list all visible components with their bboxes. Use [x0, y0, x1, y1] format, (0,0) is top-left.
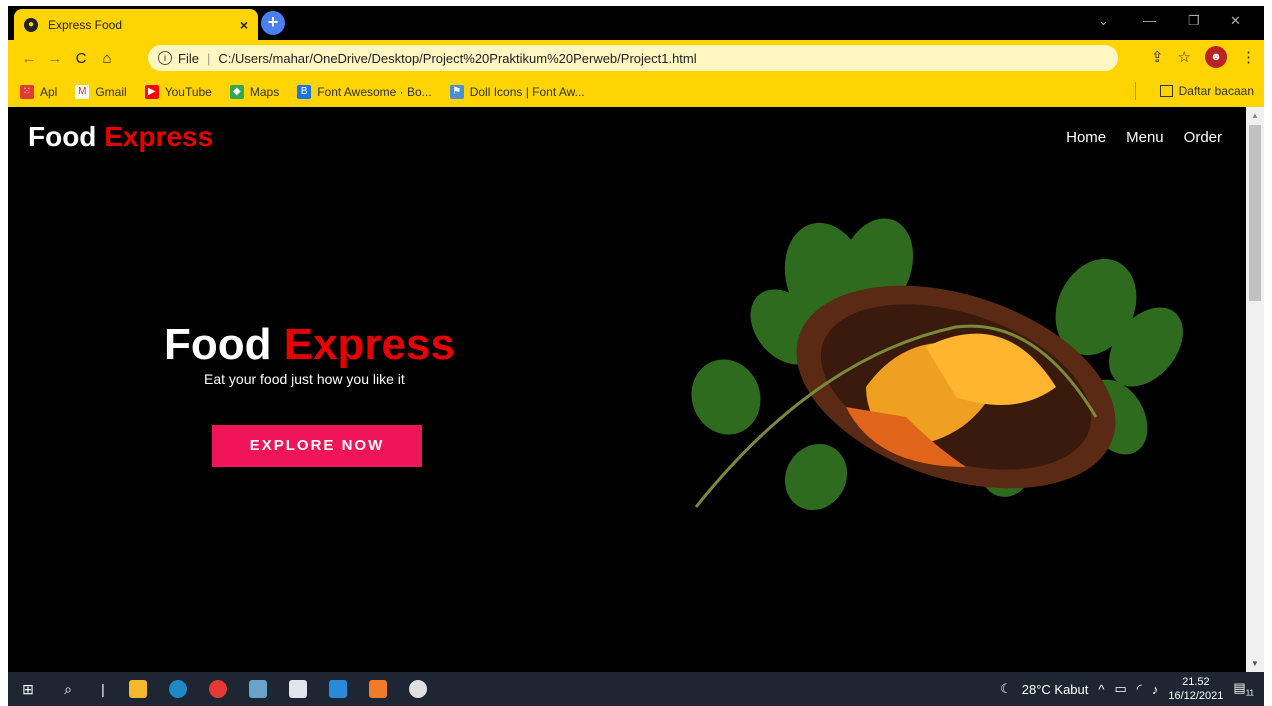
- system-tray: ☾ 28°C Kabut ^ ▭ ◜ ♪ 21.52 16/12/2021 ▤1…: [1000, 672, 1254, 706]
- hero-red-text: Express: [283, 320, 455, 369]
- address-bar[interactable]: i File | C:/Users/mahar/OneDrive/Desktop…: [148, 45, 1118, 71]
- nav-order-link[interactable]: Order: [1184, 129, 1222, 146]
- address-separator: |: [206, 50, 211, 66]
- whatsapp-icon[interactable]: [398, 672, 438, 706]
- weather-icon[interactable]: ☾: [1000, 681, 1012, 697]
- page-scrollbar[interactable]: ▲ ▼: [1246, 107, 1264, 672]
- hero-tagline: Eat your food just how you like it: [204, 371, 405, 387]
- chrome-icon[interactable]: [198, 672, 238, 706]
- bookmark-label: YouTube: [164, 84, 212, 99]
- notification-count: 11: [1245, 688, 1254, 698]
- reading-list-button[interactable]: Daftar bacaan: [1159, 84, 1254, 98]
- clock-time: 21.52: [1182, 676, 1210, 688]
- windows-start-icon[interactable]: ⊞: [8, 672, 48, 706]
- youtube-icon: ▶: [144, 84, 159, 99]
- bookmark-label: Font Awesome · Bo...: [317, 84, 432, 99]
- bookmark-label: Gmail: [95, 84, 127, 99]
- bookmarks-divider: [1135, 82, 1136, 100]
- tab-close-button[interactable]: ×: [240, 17, 248, 33]
- clock-date: 16/12/2021: [1168, 690, 1224, 702]
- site-logo[interactable]: Food Express: [28, 121, 213, 153]
- tray-chevron-icon[interactable]: ^: [1098, 682, 1104, 697]
- weather-text[interactable]: 28°C Kabut: [1022, 682, 1089, 697]
- vscode-icon[interactable]: [318, 672, 358, 706]
- logo-white-text: Food: [28, 121, 105, 152]
- bookmark-label: Maps: [249, 84, 280, 99]
- edge-icon[interactable]: [158, 672, 198, 706]
- apps-grid-icon: ⁙: [20, 84, 34, 99]
- back-icon[interactable]: ←: [16, 50, 42, 67]
- globe-icon: ●: [24, 17, 38, 32]
- wifi-icon[interactable]: ◜: [1137, 681, 1142, 697]
- tab-search-icon[interactable]: ⌄: [1098, 13, 1109, 29]
- browser-toolbar: ← → C ⌂ i File | C:/Users/mahar/OneDrive…: [8, 40, 1264, 76]
- tab-express-food[interactable]: ● Express Food ×: [14, 9, 258, 40]
- minimize-icon[interactable]: —: [1143, 13, 1156, 28]
- new-tab-button[interactable]: +: [261, 11, 285, 35]
- logo-red-text: Express: [104, 121, 214, 152]
- menu-kebab-icon[interactable]: ⋮: [1241, 48, 1256, 66]
- reading-list-icon: [1159, 85, 1173, 97]
- windows-taskbar: ⊞ ⌕ | ☾ 28°C Kabut ^ ▭ ◜ ♪ 21.52 16/12/2…: [8, 672, 1264, 706]
- clock[interactable]: 21.52 16/12/2021: [1168, 675, 1223, 703]
- restore-icon[interactable]: ❐: [1188, 13, 1200, 29]
- reading-list-label: Daftar bacaan: [1178, 84, 1254, 98]
- tab-strip: ● Express Food × + ⌄ — ❐ ✕: [8, 6, 1264, 40]
- scroll-up-icon[interactable]: ▲: [1251, 111, 1259, 120]
- bookmark-label: Apl: [40, 84, 58, 99]
- maps-icon: ◆: [229, 84, 244, 99]
- nav-menu-link[interactable]: Menu: [1126, 129, 1164, 146]
- file-explorer-icon[interactable]: [118, 672, 158, 706]
- search-icon[interactable]: ⌕: [48, 672, 88, 706]
- melon-bowl-image: [691, 218, 1183, 511]
- forward-icon[interactable]: →: [42, 50, 68, 67]
- bookmarks-bar: ⁙ Apl M Gmail ▶ YouTube ◆ Maps B Font Awesome…: [8, 76, 1264, 107]
- volume-icon[interactable]: ♪: [1152, 682, 1159, 697]
- bookmark-doll-icons[interactable]: ⚑ Doll Icons | Font Aw...: [449, 84, 585, 99]
- notification-icon[interactable]: ▤11: [1233, 680, 1254, 698]
- flag-icon: ⚑: [449, 84, 464, 99]
- hero-white-text: Food: [164, 320, 284, 369]
- site-nav: Home Menu Order: [1066, 129, 1222, 146]
- close-window-icon[interactable]: ✕: [1230, 13, 1241, 29]
- bootstrap-icon: B: [297, 84, 312, 99]
- toolbar-actions: ⇪ ☆ ☻ ⋮: [1151, 46, 1256, 68]
- bookmark-font-awesome[interactable]: B Font Awesome · Bo...: [297, 84, 432, 99]
- scroll-down-icon[interactable]: ▼: [1251, 659, 1259, 668]
- bookmark-star-icon[interactable]: ☆: [1178, 48, 1191, 66]
- bookmark-apl[interactable]: ⁙ Apl: [20, 84, 58, 99]
- address-url: C:/Users/mahar/OneDrive/Desktop/Project%…: [218, 50, 697, 66]
- battery-icon[interactable]: ▭: [1114, 681, 1126, 697]
- explore-now-button[interactable]: EXPLORE NOW: [212, 425, 422, 467]
- info-icon[interactable]: i: [158, 51, 172, 65]
- home-icon[interactable]: ⌂: [94, 50, 120, 67]
- share-icon[interactable]: ⇪: [1151, 48, 1164, 66]
- bookmark-maps[interactable]: ◆ Maps: [229, 84, 280, 99]
- scrollbar-thumb[interactable]: [1249, 125, 1261, 301]
- web-page: Food Express Home Menu Order Food Expres…: [8, 107, 1246, 672]
- bookmark-gmail[interactable]: M Gmail: [75, 84, 127, 99]
- reload-icon[interactable]: C: [68, 50, 94, 67]
- nav-home-link[interactable]: Home: [1066, 129, 1106, 146]
- profile-avatar[interactable]: ☻: [1205, 46, 1227, 68]
- address-scheme: File: [178, 50, 199, 66]
- notepad-icon[interactable]: [278, 672, 318, 706]
- gmail-icon: M: [75, 84, 90, 99]
- app-icon[interactable]: [238, 672, 278, 706]
- bookmark-youtube[interactable]: ▶ YouTube: [144, 84, 212, 99]
- hero-title: Food Express: [164, 320, 455, 370]
- bookmark-label: Doll Icons | Font Aw...: [469, 84, 585, 99]
- task-view-icon[interactable]: |: [88, 672, 118, 706]
- xampp-icon[interactable]: [358, 672, 398, 706]
- browser-window: ● Express Food × + ⌄ — ❐ ✕ ← → C ⌂ i Fil…: [8, 6, 1264, 706]
- tab-title: Express Food: [48, 17, 123, 32]
